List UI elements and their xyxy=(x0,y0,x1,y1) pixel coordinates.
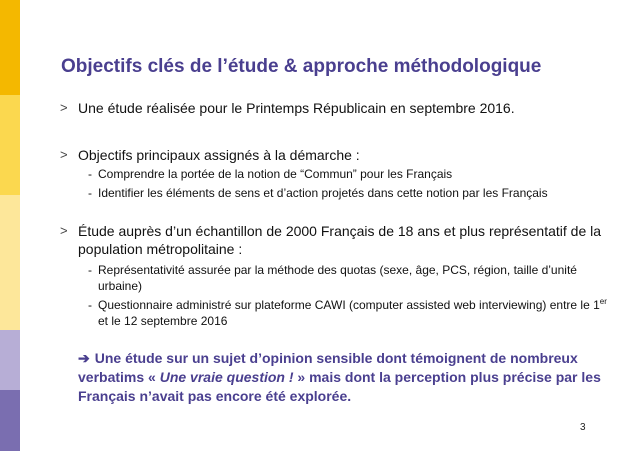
slide-title: Objectifs clés de l’étude & approche mét… xyxy=(61,56,542,77)
bullet-text: Une étude réalisée pour le Printemps Rép… xyxy=(78,100,515,116)
bullet-text: Étude auprès d’un échantillon de 2000 Fr… xyxy=(78,223,602,257)
conclusion-quote: Une vraie question ! xyxy=(159,369,294,385)
conclusion-statement: ➔ Une étude sur un sujet d’opinion sensib… xyxy=(78,349,608,406)
page-number: 3 xyxy=(580,422,586,433)
side-bar-segment-light-purple xyxy=(0,330,20,390)
bullet-marker: > xyxy=(60,223,68,238)
bullet-study-context: > Une étude réalisée pour le Printemps R… xyxy=(60,99,620,117)
sub-item-text: Identifier les éléments de sens et d’act… xyxy=(98,186,548,200)
sub-item-questionnaire: - Questionnaire administré sur plateform… xyxy=(88,297,608,329)
sub-marker: - xyxy=(88,263,92,277)
side-bar-segment-light-yellow xyxy=(0,195,20,330)
sub-item-text: Représentativité assurée par la méthode … xyxy=(98,263,577,293)
side-bar-segment-yellow xyxy=(0,95,20,195)
sub-item-objective-2: - Identifier les éléments de sens et d’a… xyxy=(88,185,608,201)
sub-item-text: Comprendre la portée de la notion de “Co… xyxy=(98,167,453,181)
bullet-text: Objectifs principaux assignés à la démar… xyxy=(78,147,360,163)
sub-item-objective-1: - Comprendre la portée de la notion de “… xyxy=(88,166,608,182)
side-bar-segment-purple xyxy=(0,390,20,451)
ordinal-superscript: er xyxy=(599,297,607,306)
sub-item-text-after: et le 12 septembre 2016 xyxy=(98,314,228,328)
sub-marker: - xyxy=(88,186,92,200)
sub-item-text: Questionnaire administré sur plateforme … xyxy=(98,297,608,329)
decorative-side-bar xyxy=(0,0,20,451)
bullet-marker: > xyxy=(60,100,68,115)
sub-marker: - xyxy=(88,298,92,312)
sub-marker: - xyxy=(88,167,92,181)
sub-item-quota-method: - Représentativité assurée par la méthod… xyxy=(88,262,608,294)
arrow-right-icon: ➔ xyxy=(78,350,90,366)
bullet-objectives: > Objectifs principaux assignés à la dém… xyxy=(60,146,620,164)
bullet-sample: > Étude auprès d’un échantillon de 2000 … xyxy=(60,222,620,258)
bullet-marker: > xyxy=(60,147,68,162)
side-bar-segment-orange xyxy=(0,0,20,95)
sub-item-text-before: Questionnaire administré sur plateforme … xyxy=(98,298,600,312)
